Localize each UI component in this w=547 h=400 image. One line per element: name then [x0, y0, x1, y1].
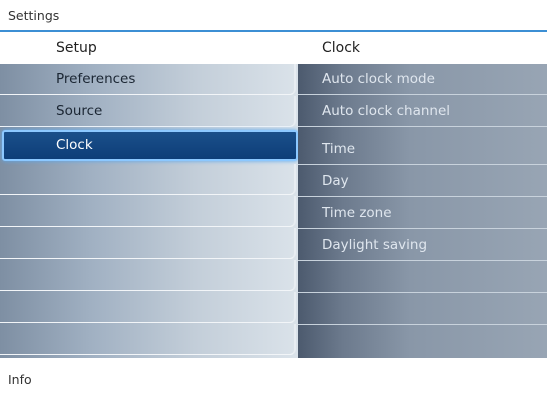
submenu-item-label: Auto clock mode [322, 71, 435, 87]
info-label: Info [8, 372, 32, 387]
submenu-item-time[interactable]: Time [298, 134, 547, 165]
submenu-item-daylight-saving[interactable]: Daylight saving [298, 230, 547, 261]
left-menu-panel: Preferences Source Clock [0, 64, 300, 358]
menu-header: Setup Clock [0, 34, 547, 64]
window-title: Settings [8, 8, 60, 23]
menu-item-label: Clock [56, 137, 93, 153]
right-menu-panel: Auto clock mode Auto clock channel Time … [298, 64, 547, 358]
submenu-item-label: Daylight saving [322, 237, 428, 253]
submenu-item-empty [298, 262, 547, 293]
menu-item-empty[interactable] [0, 292, 296, 323]
menu-item-label: Preferences [56, 71, 136, 87]
submenu-item-time-zone[interactable]: Time zone [298, 198, 547, 229]
right-column-title: Clock [322, 40, 361, 56]
submenu-item-empty [298, 294, 547, 325]
submenu-item-label: Auto clock channel [322, 103, 451, 119]
submenu-item-empty [298, 326, 547, 357]
submenu-item-auto-clock-mode[interactable]: Auto clock mode [298, 64, 547, 95]
menu-item-empty[interactable] [0, 260, 296, 291]
menu-item-empty[interactable] [0, 196, 296, 227]
menu-item-preferences[interactable]: Preferences [0, 64, 296, 95]
submenu-item-label: Day [322, 173, 349, 189]
menu-item-clock[interactable]: Clock [2, 130, 298, 161]
menu-item-empty[interactable] [0, 324, 296, 355]
submenu-item-day[interactable]: Day [298, 166, 547, 197]
submenu-item-auto-clock-channel[interactable]: Auto clock channel [298, 96, 547, 127]
left-column-title: Setup [56, 40, 97, 56]
menu-item-source[interactable]: Source [0, 96, 296, 127]
info-bar: Info [0, 358, 547, 400]
submenu-item-label: Time [322, 141, 356, 157]
title-bar: Settings [0, 0, 547, 32]
menu-item-empty[interactable] [0, 228, 296, 259]
menu-item-label: Source [56, 103, 103, 119]
submenu-item-label: Time zone [322, 205, 392, 221]
menu-item-empty[interactable] [0, 164, 296, 195]
